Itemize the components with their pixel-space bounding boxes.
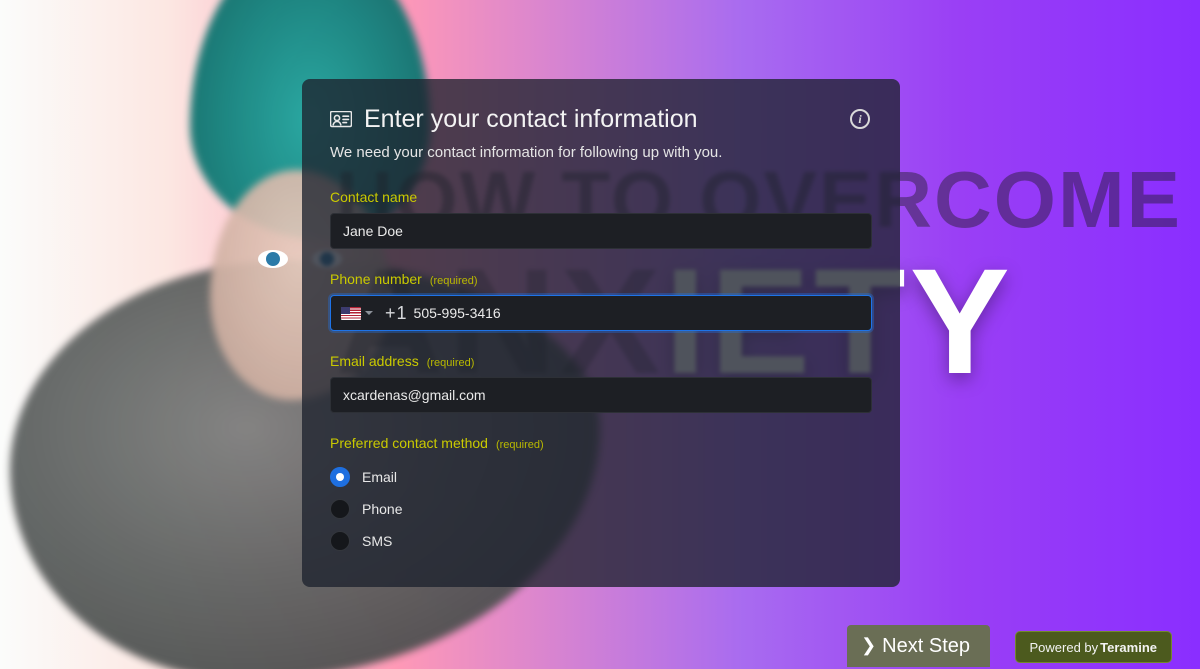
label-phone: Phone number (330, 271, 422, 287)
field-contact-name: Contact name (330, 189, 872, 249)
field-contact-method: Preferred contact method (required) Emai… (330, 435, 872, 557)
contact-name-input[interactable] (330, 213, 872, 249)
required-tag-email: (required) (427, 357, 475, 369)
powered-by-link[interactable]: Powered by Teramine (1015, 631, 1173, 663)
powered-by-brand: Teramine (1100, 640, 1157, 655)
label-email: Email address (330, 353, 419, 369)
phone-input-row: +1 (330, 295, 872, 331)
radio-label-sms: SMS (362, 533, 392, 549)
next-step-label: Next Step (882, 635, 970, 658)
phone-number-input[interactable] (408, 305, 865, 321)
powered-by-prefix: Powered by (1030, 640, 1099, 655)
field-email: Email address (required) (330, 353, 872, 413)
radio-label-phone: Phone (362, 501, 402, 517)
contact-card-icon (330, 111, 352, 129)
required-tag-contact-method: (required) (496, 439, 544, 451)
chevron-right-icon: ❯ (861, 636, 876, 654)
radio-label-email: Email (362, 469, 397, 485)
radio-sms[interactable] (330, 531, 350, 551)
bg-person-eye (258, 250, 288, 268)
radio-row-sms[interactable]: SMS (330, 525, 872, 557)
radio-email[interactable] (330, 467, 350, 487)
contact-method-radios: Email Phone SMS (330, 461, 872, 557)
required-tag-phone: (required) (430, 275, 478, 287)
radio-row-email[interactable]: Email (330, 461, 872, 493)
next-step-button[interactable]: ❯ Next Step (847, 625, 990, 667)
card-subtitle: We need your contact information for fol… (330, 144, 872, 161)
email-input[interactable] (330, 377, 872, 413)
page-background: HOW TO OVERCOME ANXIETY Enter your conta… (0, 0, 1200, 669)
label-contact-method: Preferred contact method (330, 435, 488, 451)
radio-row-phone[interactable]: Phone (330, 493, 872, 525)
card-header: Enter your contact information i (330, 105, 872, 134)
us-flag-icon (341, 307, 361, 320)
country-code-selector[interactable] (337, 303, 377, 324)
field-phone: Phone number (required) +1 (330, 271, 872, 331)
dial-code: +1 (385, 303, 408, 324)
label-contact-name: Contact name (330, 189, 417, 205)
contact-form-card: Enter your contact information i We need… (302, 79, 900, 587)
card-title: Enter your contact information (364, 105, 698, 134)
chevron-down-icon (365, 311, 373, 315)
info-icon[interactable]: i (850, 109, 870, 129)
radio-phone[interactable] (330, 499, 350, 519)
